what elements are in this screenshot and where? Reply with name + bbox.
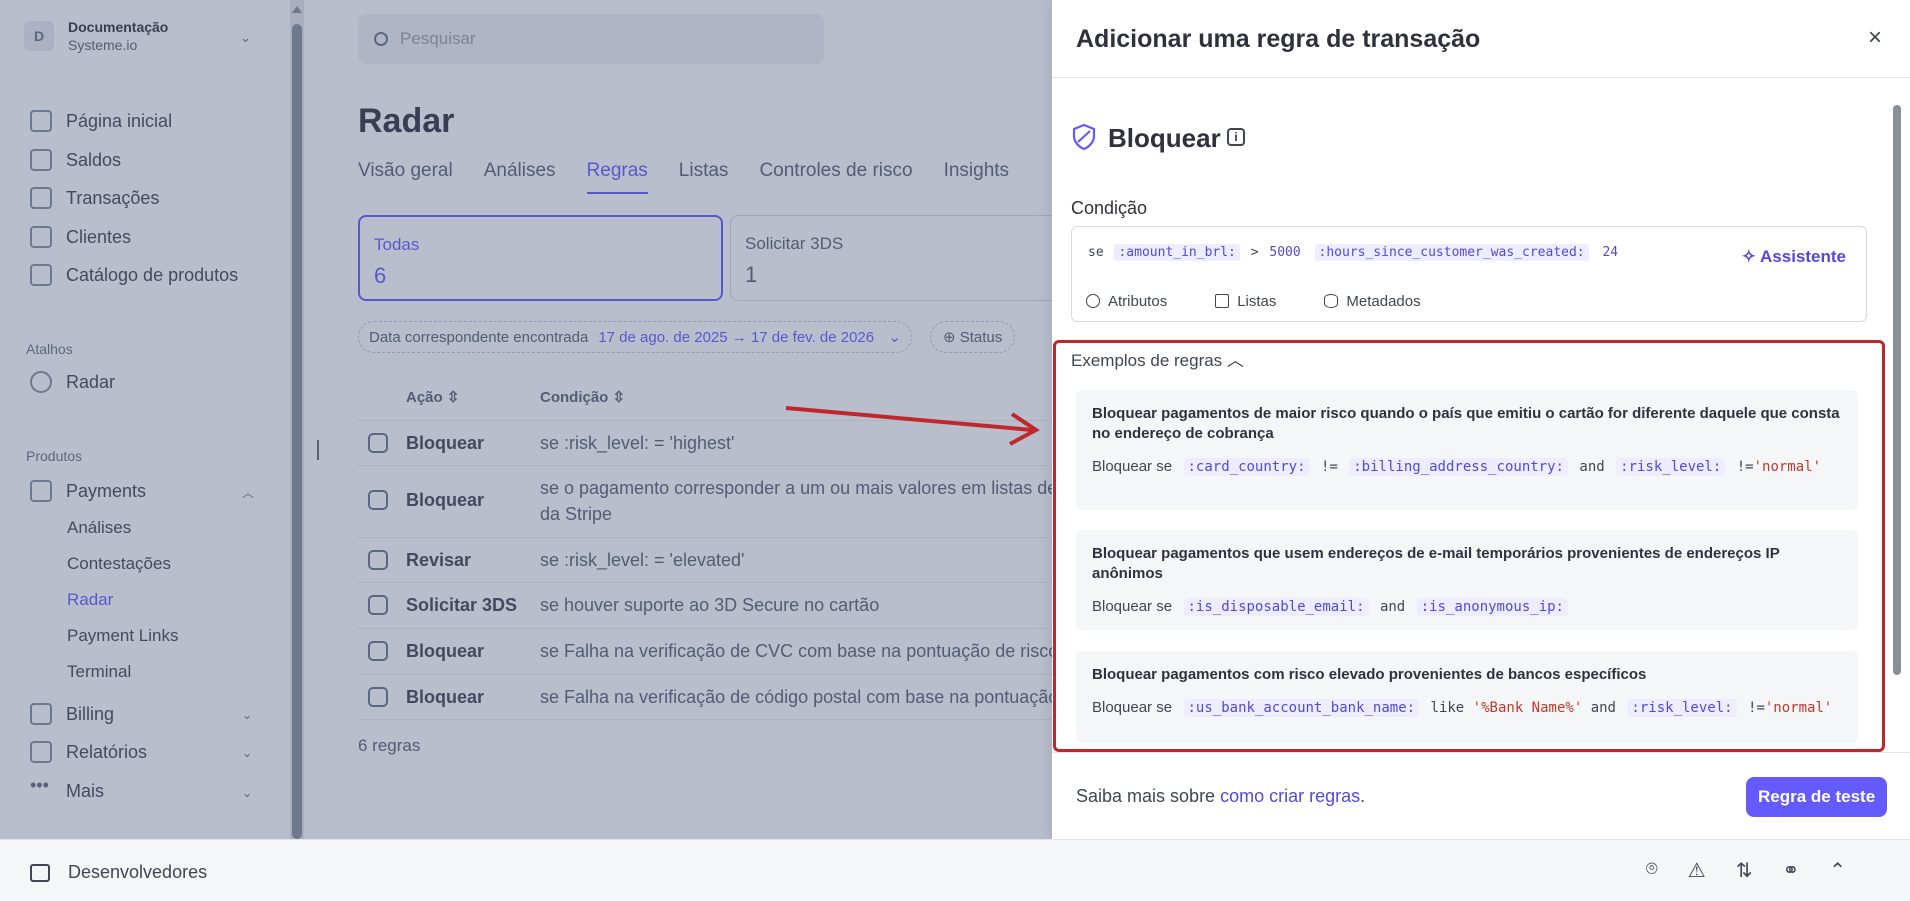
transfer-icon[interactable]: ⇅ [1736, 858, 1753, 883]
learn-prefix: Saiba mais sobre [1076, 786, 1216, 806]
operator: != [1320, 459, 1338, 475]
condition-links: Atributos Listas Metadados [1086, 293, 1469, 310]
app: D Documentação Systeme.io ⌄ Página inici… [0, 0, 1910, 901]
create-rules-link[interactable]: como criar regras [1220, 786, 1360, 806]
shield-icon [1072, 124, 1096, 150]
attribute-token: :us_bank_account_bank_name: [1183, 699, 1420, 717]
example-rule-card[interactable]: Bloquear pagamentos com risco elevado pr… [1076, 651, 1858, 743]
bottom-bar: Desenvolvedores ⌾ ⚠ ⇅ ⚭ ⌃ [0, 839, 1910, 901]
examples-toggle[interactable]: Exemplos de regras ︿ [1071, 346, 1244, 371]
warning-icon[interactable]: ⚠ [1688, 858, 1706, 883]
operator: like [1430, 700, 1465, 716]
condition-text[interactable]: se :amount_in_brl: > 5000 :hours_since_c… [1088, 244, 1621, 261]
terminal-icon [30, 863, 50, 882]
operator: != [1748, 700, 1765, 716]
example-prefix: Bloquear se [1092, 598, 1173, 615]
keyword: and [1590, 700, 1616, 716]
link-label: Metadados [1346, 293, 1421, 310]
example-title: Bloquear pagamentos com risco elevado pr… [1092, 666, 1647, 683]
info-icon[interactable]: i [1227, 128, 1245, 146]
example-code: Bloquear se :card_country: != :billing_a… [1092, 458, 1842, 476]
test-rule-button[interactable]: Regra de teste [1746, 777, 1888, 817]
example-code: Bloquear se :is_disposable_email: and :i… [1092, 598, 1842, 616]
attribute-token: :card_country: [1183, 458, 1310, 476]
string-value: 'normal' [1764, 700, 1833, 716]
condition-label: Condição [1071, 198, 1148, 218]
drawer-title: Adicionar uma regra de transação [1076, 25, 1481, 53]
attribute-token: :hours_since_customer_was_created: [1314, 244, 1589, 261]
example-rule-card[interactable]: Bloquear pagamentos de maior risco quand… [1076, 390, 1858, 510]
learn-suffix: . [1360, 786, 1366, 806]
metadata-link[interactable]: Metadados [1324, 293, 1444, 310]
attribute-token: :risk_level: [1616, 458, 1726, 476]
sparkle-icon: ✧ [1741, 247, 1761, 266]
lists-link[interactable]: Listas [1215, 293, 1300, 310]
learn-more: Saiba mais sobre como criar regras. [1076, 786, 1365, 807]
assistant-button[interactable]: ✧ Assistente [1742, 247, 1846, 267]
binoculars-icon[interactable]: ⌾ [1646, 858, 1658, 883]
condition-editor[interactable]: se :amount_in_brl: > 5000 :hours_since_c… [1071, 226, 1867, 322]
expand-up-icon[interactable]: ⌃ [1829, 858, 1846, 883]
developers-button[interactable]: Desenvolvedores [30, 862, 207, 883]
divider [1052, 77, 1910, 78]
keyword: and [1579, 459, 1605, 475]
examples-heading: Exemplos de regras [1071, 351, 1223, 370]
link-label: Listas [1237, 293, 1277, 310]
webhook-icon[interactable]: ⚭ [1782, 858, 1799, 883]
close-icon[interactable]: × [1868, 24, 1882, 52]
divider [1052, 752, 1910, 753]
operator: != [1736, 459, 1754, 475]
book-icon [1215, 294, 1230, 308]
example-code: Bloquear se :us_bank_account_bank_name: … [1092, 699, 1842, 717]
add-rule-drawer: Adicionar uma regra de transação × Bloqu… [1052, 0, 1910, 839]
drawer-scrollbar[interactable] [1893, 105, 1901, 675]
example-rule-card[interactable]: Bloquear pagamentos que usem endereços d… [1076, 530, 1858, 630]
annotation-arrow [785, 406, 1040, 446]
value: 24 [1602, 245, 1619, 260]
attribute-token: :is_anonymous_ip: [1416, 598, 1568, 616]
keyword: and [1379, 599, 1406, 615]
database-icon [1324, 294, 1339, 308]
sidebar-resize-handle[interactable] [317, 440, 319, 460]
keyword: se [1088, 245, 1104, 260]
value: 5000 [1269, 245, 1301, 260]
developers-label: Desenvolvedores [68, 862, 208, 882]
chevron-up-icon: ︿ [1226, 351, 1244, 370]
link-label: Atributos [1108, 293, 1168, 310]
string-value: 'normal' [1753, 459, 1822, 475]
string-value: '%Bank Name%' [1472, 700, 1583, 716]
example-title: Bloquear pagamentos que usem endereços d… [1092, 545, 1780, 582]
attributes-link[interactable]: Atributos [1086, 293, 1191, 310]
operator: > [1250, 245, 1259, 260]
attribute-token: :is_disposable_email: [1183, 598, 1369, 616]
attribute-token: :risk_level: [1627, 699, 1737, 717]
assistant-label: Assistente [1760, 247, 1846, 266]
example-prefix: Bloquear se [1092, 699, 1173, 716]
attribute-token: :billing_address_country: [1349, 458, 1568, 476]
attribute-token: :amount_in_brl: [1114, 244, 1240, 261]
example-title: Bloquear pagamentos de maior risco quand… [1092, 405, 1840, 442]
bottom-icons: ⌾ ⚠ ⇅ ⚭ ⌃ [1616, 858, 1846, 883]
plus-circle-icon [1086, 294, 1100, 308]
action-title: Bloquear [1108, 123, 1221, 153]
example-prefix: Bloquear se [1092, 458, 1173, 475]
